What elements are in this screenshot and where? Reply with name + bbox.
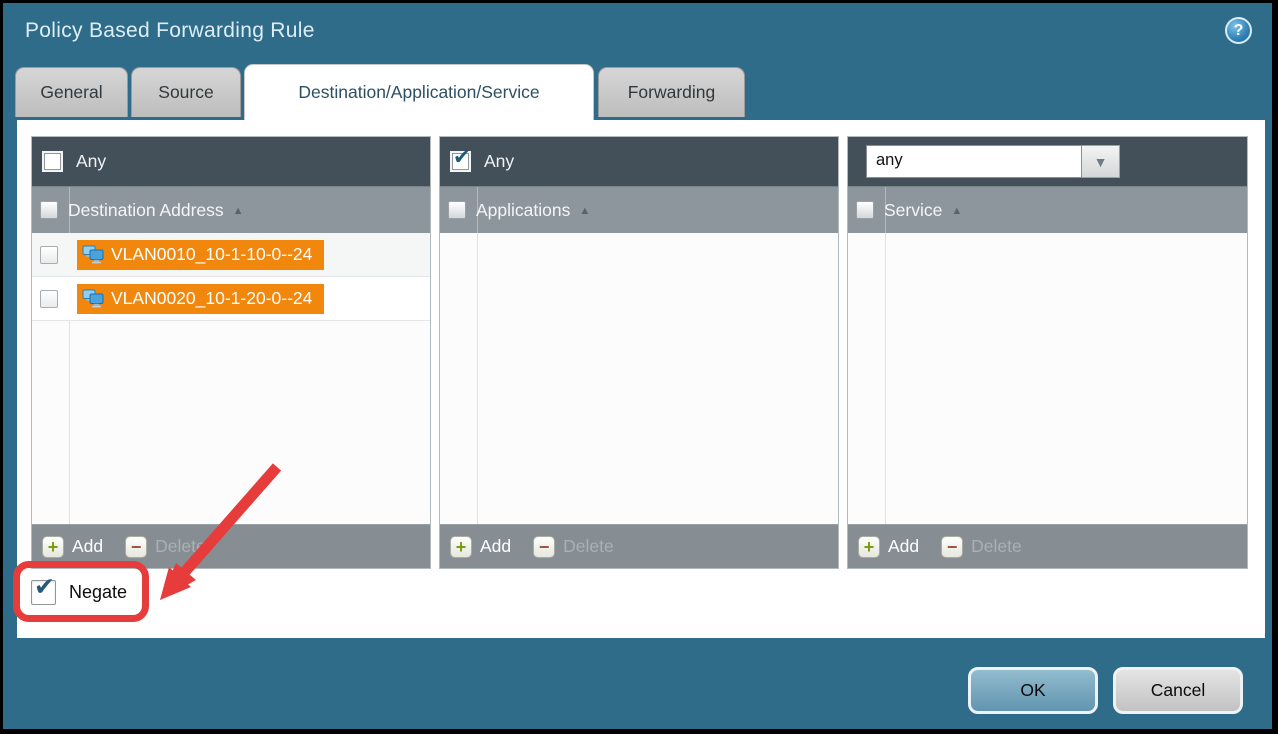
service-column: any ▼ Service ▲ + Add − Delet — [847, 136, 1248, 569]
service-header-label: Service — [884, 200, 942, 221]
applications-column: ✔ Any Applications ▲ + Add − De — [439, 136, 839, 569]
destination-any-label: Any — [76, 151, 106, 172]
destination-select-all-checkbox[interactable] — [40, 201, 58, 219]
address-object-label: VLAN0020_10-1-20-0--24 — [111, 288, 312, 309]
divider — [69, 187, 70, 233]
row-checkbox[interactable] — [40, 290, 58, 308]
applications-footer: + Add − Delete — [440, 524, 838, 568]
cancel-button[interactable]: Cancel — [1113, 667, 1243, 714]
plus-icon: + — [450, 536, 472, 558]
destination-add-button[interactable]: + Add — [42, 536, 103, 558]
plus-icon: + — [858, 536, 880, 558]
help-glyph: ? — [1234, 22, 1244, 40]
service-list — [848, 233, 1247, 524]
sort-asc-icon[interactable]: ▲ — [233, 203, 244, 217]
minus-icon: − — [533, 536, 555, 558]
ok-button[interactable]: OK — [968, 667, 1098, 714]
destination-footer: + Add − Delete — [32, 524, 430, 568]
tab-forwarding[interactable]: Forwarding — [598, 67, 745, 117]
destination-list-header[interactable]: Destination Address ▲ — [32, 186, 430, 233]
applications-any-bar: ✔ Any — [440, 137, 838, 186]
divider — [477, 233, 478, 524]
destination-any-checkbox[interactable] — [42, 151, 63, 172]
tab-content-panel: Any Destination Address ▲ — [17, 120, 1265, 638]
service-delete-button[interactable]: − Delete — [941, 536, 1022, 558]
destination-delete-button[interactable]: − Delete — [125, 536, 206, 558]
address-object-tag[interactable]: VLAN0010_10-1-10-0--24 — [77, 240, 324, 270]
dropdown-arrow-glyph: ▼ — [1094, 154, 1108, 170]
applications-header-label: Applications — [476, 200, 570, 221]
destination-column: Any Destination Address ▲ — [31, 136, 431, 569]
divider — [885, 233, 886, 524]
applications-add-button[interactable]: + Add — [450, 536, 511, 558]
applications-any-label: Any — [484, 151, 514, 172]
destination-any-bar: Any — [32, 137, 430, 186]
tab-destination-application-service[interactable]: Destination/Application/Service — [244, 64, 594, 120]
applications-list — [440, 233, 838, 524]
address-object-icon — [82, 289, 104, 309]
screenshot-root: { "dialog": { "title": "Policy Based For… — [0, 0, 1278, 734]
minus-icon: − — [125, 536, 147, 558]
add-button-label: Add — [72, 536, 103, 557]
sort-asc-icon[interactable]: ▲ — [579, 203, 590, 217]
add-button-label: Add — [480, 536, 511, 557]
applications-delete-button[interactable]: − Delete — [533, 536, 614, 558]
service-add-button[interactable]: + Add — [858, 536, 919, 558]
service-footer: + Add − Delete — [848, 524, 1247, 568]
destination-row-vlan0010[interactable]: VLAN0010_10-1-10-0--24 — [32, 233, 430, 277]
service-dropdown-value[interactable]: any — [866, 145, 1082, 178]
minus-icon: − — [941, 536, 963, 558]
destination-row-vlan0020[interactable]: VLAN0020_10-1-20-0--24 — [32, 277, 430, 321]
row-checkbox[interactable] — [40, 246, 58, 264]
delete-button-label: Delete — [971, 536, 1022, 557]
pbf-rule-dialog: Policy Based Forwarding Rule ? General S… — [3, 3, 1272, 729]
negate-checkbox[interactable]: ✔ — [31, 580, 56, 605]
checkmark-icon: ✔ — [34, 572, 55, 602]
help-icon[interactable]: ? — [1225, 17, 1252, 44]
chevron-down-icon[interactable]: ▼ — [1082, 145, 1120, 178]
delete-button-label: Delete — [155, 536, 206, 557]
applications-any-checkbox[interactable]: ✔ — [450, 151, 471, 172]
checkmark-icon: ✔ — [453, 145, 471, 170]
address-object-label: VLAN0010_10-1-10-0--24 — [111, 244, 312, 265]
dialog-title: Policy Based Forwarding Rule — [25, 19, 315, 43]
applications-list-header[interactable]: Applications ▲ — [440, 186, 838, 233]
negate-label: Negate — [69, 582, 127, 603]
negate-row: ✔ Negate — [31, 580, 127, 605]
applications-select-all-checkbox[interactable] — [448, 201, 466, 219]
sort-asc-icon[interactable]: ▲ — [951, 203, 962, 217]
service-select-all-checkbox[interactable] — [856, 201, 874, 219]
divider — [477, 187, 478, 233]
service-list-header[interactable]: Service ▲ — [848, 186, 1247, 233]
destination-list: VLAN0010_10-1-10-0--24 VLAN0020_10-1 — [32, 233, 430, 524]
delete-button-label: Delete — [563, 536, 614, 557]
service-dropdown-bar: any ▼ — [848, 137, 1247, 186]
divider — [885, 187, 886, 233]
address-object-icon — [82, 245, 104, 265]
service-dropdown[interactable]: any ▼ — [866, 145, 1120, 178]
add-button-label: Add — [888, 536, 919, 557]
destination-header-label: Destination Address — [68, 200, 224, 221]
plus-icon: + — [42, 536, 64, 558]
tab-source[interactable]: Source — [131, 67, 241, 117]
tab-general[interactable]: General — [15, 67, 128, 117]
address-object-tag[interactable]: VLAN0020_10-1-20-0--24 — [77, 284, 324, 314]
